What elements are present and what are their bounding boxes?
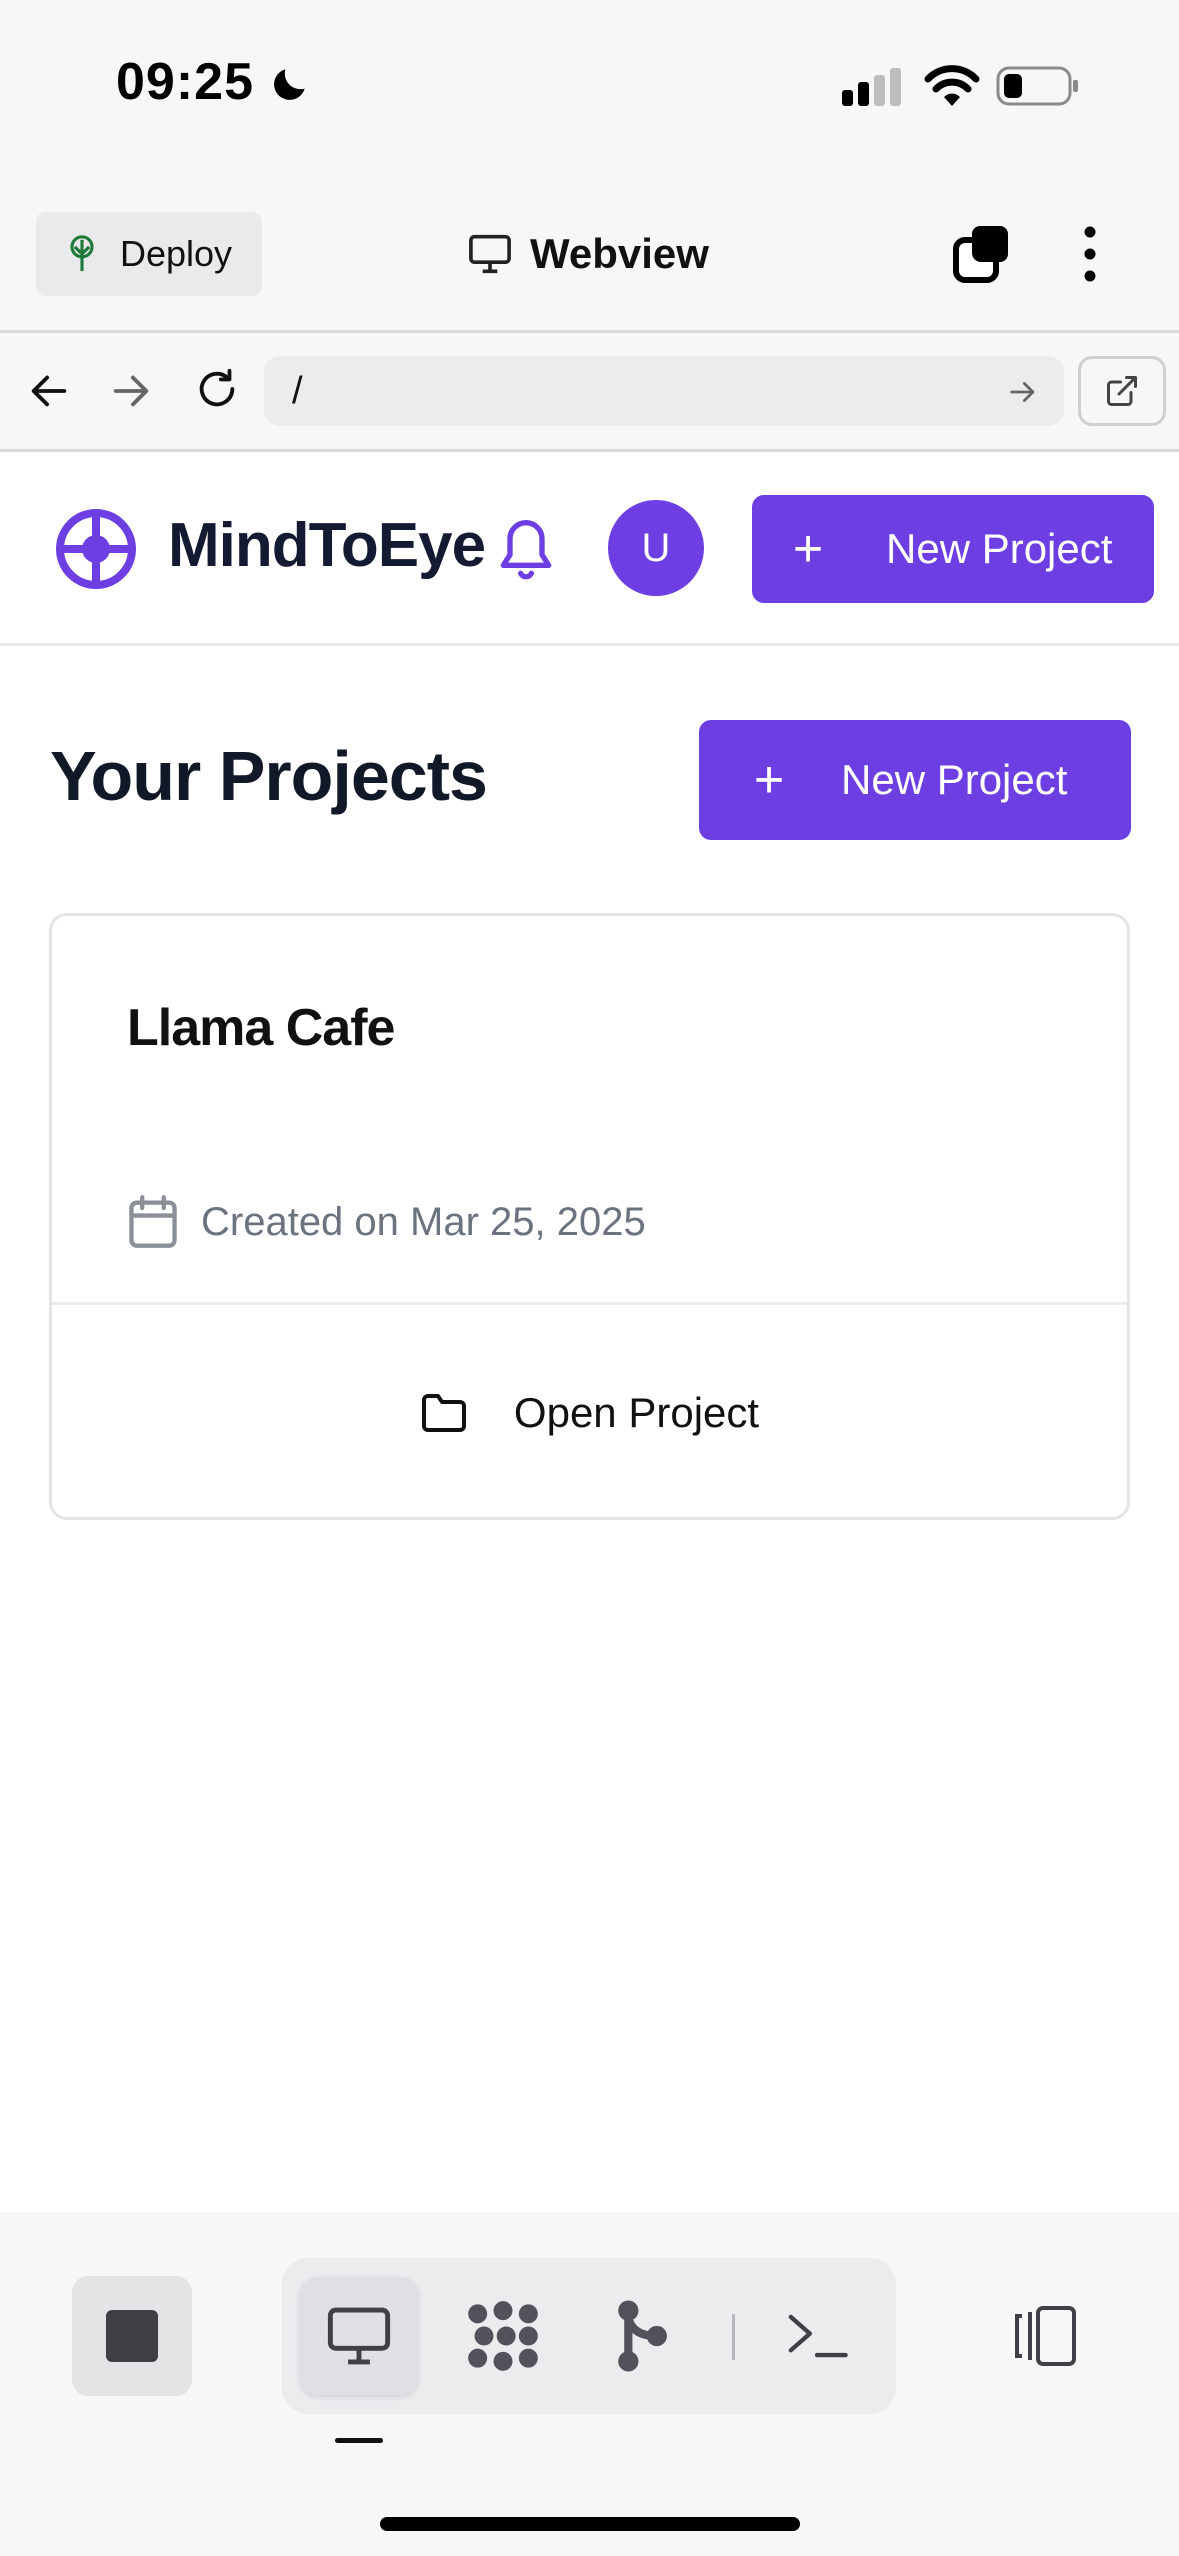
user-avatar[interactable]: U [608,500,704,596]
home-indicator [380,2517,800,2531]
cellular-signal-icon [842,68,901,106]
packages-icon [468,2301,538,2371]
project-card: Llama Cafe Created on Mar 25, 2025 Open … [49,913,1130,1520]
tool-switcher [282,2258,896,2414]
logo-icon [56,509,136,589]
open-external-button[interactable] [1078,356,1166,426]
calendar-icon [129,1195,177,1248]
git-icon [618,2300,667,2372]
webview-title-label: Webview [530,230,709,277]
deploy-button[interactable]: Deploy [36,212,262,296]
tool-webview[interactable] [300,2277,418,2395]
new-project-button[interactable]: + New Project [699,720,1131,840]
tool-separator [732,2314,735,2360]
webview-title: Webview [468,222,709,286]
tool-git[interactable] [582,2277,700,2395]
tool-terminal[interactable] [758,2277,876,2395]
created-date-text: Created on Mar 25, 2025 [201,1199,646,1244]
moon-icon [274,69,305,100]
new-project-label: New Project [841,756,1068,803]
status-time: 09:25 [116,53,254,111]
webview-icon [327,2307,391,2365]
tabs-icon[interactable] [950,222,1014,286]
go-arrow-icon[interactable] [1006,375,1040,409]
battery-icon [996,66,1078,106]
open-project-label: Open Project [513,1388,760,1436]
nav-new-project-button[interactable]: + New Project [752,495,1154,603]
stop-button[interactable] [72,2276,192,2396]
plus-icon: + [792,520,824,578]
page-title: Your Projects [50,737,488,815]
reload-icon[interactable] [194,366,240,412]
tool-packages[interactable] [444,2277,562,2395]
project-created-date: Created on Mar 25, 2025 [127,1194,646,1250]
forward-arrow-icon[interactable] [108,368,154,414]
brand-name[interactable]: MindToEye [168,510,486,581]
more-options-icon[interactable] [1070,222,1110,286]
folder-icon [421,1393,466,1432]
terminal-icon [788,2314,848,2358]
status-bar: 09:25 [0,0,1179,170]
external-link-icon [1107,376,1137,406]
bell-icon[interactable] [494,512,558,584]
nav-new-project-label: New Project [886,525,1113,572]
back-arrow-icon[interactable] [26,368,72,414]
wifi-icon [924,65,980,106]
deploy-icon [70,235,94,272]
open-project-button[interactable]: Open Project [52,1305,1127,1520]
url-input[interactable]: / [264,356,1064,426]
monitor-icon [469,234,511,274]
stop-icon [106,2310,158,2362]
project-name: Llama Cafe [127,999,395,1057]
active-tab-indicator [335,2438,383,2443]
deploy-label: Deploy [120,233,233,274]
panels-icon[interactable] [1010,2304,1080,2368]
plus-icon: + [753,751,785,809]
